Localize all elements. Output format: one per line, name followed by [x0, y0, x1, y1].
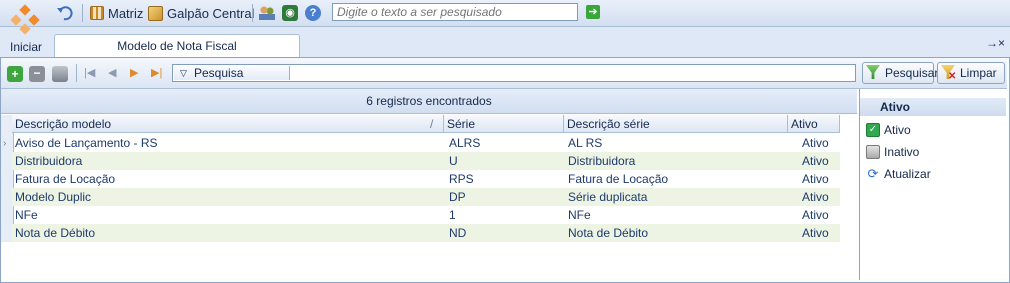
last-record-icon[interactable]: ▶|	[151, 66, 162, 79]
app-logo-icon[interactable]	[8, 4, 42, 38]
table-row[interactable]: NFe 1 NFe Ativo	[12, 206, 840, 224]
refresh-icon: ⟳	[867, 166, 879, 181]
pesquisar-label: Pesquisar	[885, 66, 939, 80]
column-header-serie[interactable]: Série	[444, 115, 564, 133]
view-button[interactable]: ◉	[282, 3, 298, 23]
cell-descricao-modelo: Nota de Débito	[15, 226, 96, 240]
next-record-icon[interactable]: ▶	[130, 66, 138, 79]
table-row[interactable]: Fatura de Locação RPS Fatura de Locação …	[12, 170, 840, 188]
column-header-descricao-modelo[interactable]: Descrição modelo /	[12, 115, 444, 133]
cell-descricao-modelo: Fatura de Locação	[15, 172, 116, 186]
checkbox-checked-icon: ✓	[866, 123, 880, 137]
cell-ativo: Ativo	[802, 208, 829, 222]
limpar-label: Limpar	[960, 66, 997, 80]
remove-button[interactable]: −	[29, 66, 45, 82]
galpao-label: Galpão Central	[167, 5, 255, 21]
pesquisar-button[interactable]: Pesquisar	[862, 62, 938, 84]
table-row[interactable]: Distribuidora U Distribuidora Ativo	[12, 152, 840, 170]
cell-descricao-serie: AL RS	[568, 136, 603, 150]
refresh-button[interactable]: ⟳ Atualizar	[866, 166, 931, 182]
cell-ativo: Ativo	[802, 226, 829, 240]
column-header-label: Descrição modelo	[15, 117, 112, 131]
cell-ativo: Ativo	[802, 154, 829, 168]
previous-record-icon[interactable]: ◀	[108, 66, 116, 79]
filter-bar[interactable]: ▽ Pesquisa	[172, 64, 856, 82]
help-button[interactable]: ?	[305, 3, 321, 23]
tab-modelo-nota-fiscal[interactable]: Modelo de Nota Fiscal	[54, 34, 300, 58]
cell-serie: DP	[449, 190, 466, 204]
cell-descricao-serie: Série duplicata	[568, 190, 648, 204]
help-icon: ?	[305, 5, 321, 21]
limpar-button[interactable]: ✕ Limpar	[937, 62, 1005, 84]
cell-ativo: Ativo	[802, 136, 829, 150]
cell-descricao-serie: Distribuidora	[568, 154, 636, 168]
users-icon	[259, 6, 275, 20]
cell-descricao-serie: Nota de Débito	[568, 226, 649, 240]
status-filter-panel	[859, 89, 1008, 280]
filter-ativo-label: Ativo	[884, 123, 911, 137]
table-row[interactable]: Nota de Débito ND Nota de Débito Ativo	[12, 224, 840, 242]
filter-inativo-label: Inativo	[884, 145, 920, 159]
filter-dropdown[interactable]: ▽ Pesquisa	[174, 66, 290, 80]
search-go-button[interactable]: ➔	[586, 5, 600, 19]
cell-serie: 1	[449, 208, 456, 222]
grid-icon	[90, 6, 104, 20]
warehouse-icon	[148, 5, 163, 21]
undo-button[interactable]	[56, 3, 74, 23]
cell-serie: ND	[449, 226, 467, 240]
toolbar-separator	[82, 4, 83, 22]
close-tab-icon[interactable]: →×	[986, 36, 1005, 50]
toolbar-separator	[76, 64, 77, 82]
arrow-right-icon: ➔	[588, 6, 598, 18]
cell-serie: ALRS	[449, 136, 481, 150]
column-header-ativo[interactable]: Ativo	[788, 115, 840, 133]
cell-descricao-modelo: Distribuidora	[15, 154, 83, 168]
cell-descricao-modelo: Modelo Duplic	[15, 190, 92, 204]
cell-ativo: Ativo	[802, 190, 829, 204]
search-input[interactable]	[332, 3, 578, 21]
eye-icon: ◉	[282, 5, 298, 21]
cell-ativo: Ativo	[802, 172, 829, 186]
column-header-descricao-serie[interactable]: Descrição série	[564, 115, 788, 133]
undo-icon	[57, 6, 73, 21]
current-row-indicator-icon: ›	[3, 138, 7, 149]
users-button[interactable]	[259, 3, 275, 23]
filter-icon	[866, 65, 880, 79]
table-row[interactable]: Modelo Duplic DP Série duplicata Ativo	[12, 188, 840, 206]
add-button[interactable]: +	[7, 66, 23, 82]
cell-serie: RPS	[449, 172, 474, 186]
cell-descricao-serie: Fatura de Locação	[568, 172, 669, 186]
filter-inativo[interactable]: Inativo	[866, 144, 919, 160]
cell-descricao-modelo: Aviso de Lançamento - RS	[15, 136, 158, 150]
toolbar-separator	[252, 4, 253, 22]
plus-icon: +	[11, 67, 19, 81]
cell-descricao-modelo: NFe	[15, 208, 38, 222]
matriz-button[interactable]: Matriz	[90, 3, 143, 23]
sort-icon: /	[430, 117, 434, 131]
record-count: 6 registros encontrados	[1, 89, 857, 114]
table-row[interactable]: Aviso de Lançamento - RS ALRS AL RS Ativ…	[12, 134, 840, 152]
filter-label: Pesquisa	[194, 66, 244, 80]
iniciar-button[interactable]: Iniciar	[10, 40, 42, 54]
cell-serie: U	[449, 154, 458, 168]
print-button[interactable]	[52, 66, 68, 82]
first-record-icon[interactable]: |◀	[84, 66, 95, 79]
minus-icon: −	[33, 66, 41, 80]
status-filter-title: Ativo	[860, 98, 1006, 116]
chevron-down-icon: ▽	[180, 68, 187, 78]
refresh-label: Atualizar	[884, 167, 931, 181]
red-x-icon: ✕	[948, 71, 957, 82]
filter-ativo[interactable]: ✓ Ativo	[866, 122, 911, 138]
galpao-button[interactable]: Galpão Central	[148, 3, 254, 23]
checkbox-unchecked-icon	[866, 145, 880, 159]
matriz-label: Matriz	[108, 5, 144, 21]
cell-descricao-serie: NFe	[568, 208, 591, 222]
